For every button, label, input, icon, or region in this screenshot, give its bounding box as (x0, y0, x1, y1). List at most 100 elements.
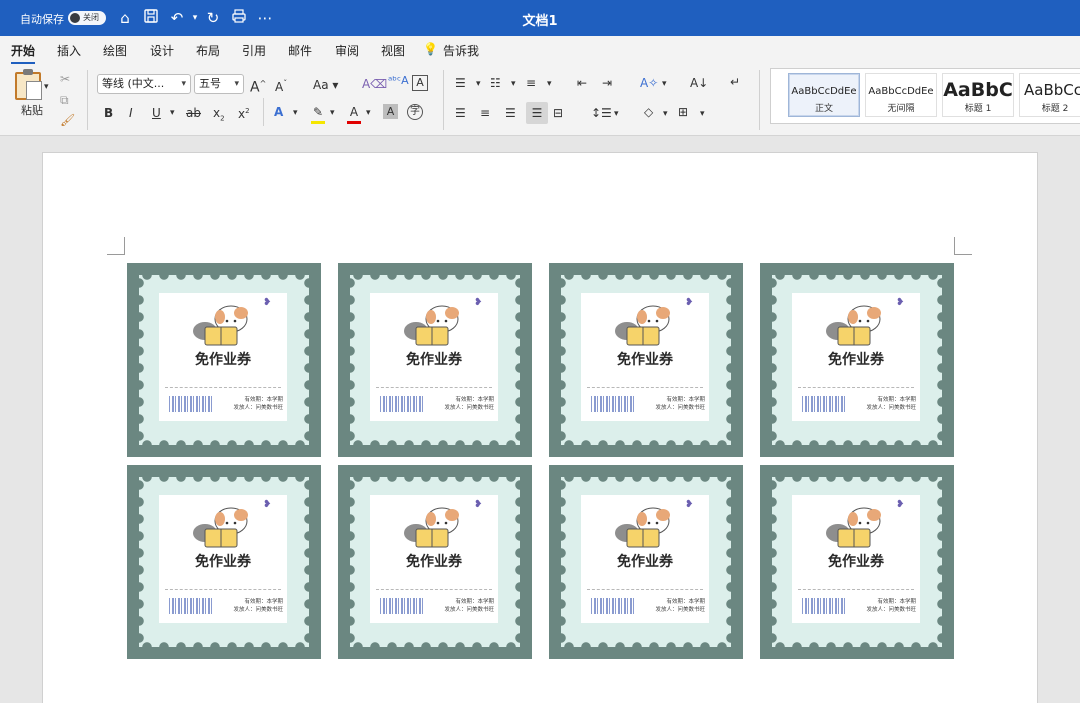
chevron-down-icon[interactable]: ▾ (170, 104, 175, 122)
coupon-card[interactable]: ❥ 免作业券 有效期：本学期 发放人：问美数书旺 (127, 465, 321, 659)
chevron-down-icon[interactable]: ▾ (366, 104, 371, 122)
style-heading-1[interactable]: AaBbC 标题 1 (942, 73, 1014, 117)
stamp-edge (345, 477, 355, 647)
chevron-down-icon[interactable]: ▾ (662, 75, 667, 93)
phonetic-guide-icon[interactable]: ᵃᵇᶜA (388, 72, 409, 90)
style-normal[interactable]: AaBbCcDdEe 正文 (788, 73, 860, 117)
tab-tell-me[interactable]: 告诉我 (443, 42, 479, 64)
paste-dropdown-icon[interactable]: ▾ (44, 78, 49, 96)
coupon-title: 免作业券 (195, 352, 251, 368)
asian-layout-icon[interactable]: A✧ (640, 74, 658, 92)
change-case-button[interactable]: Aa ▾ (313, 76, 338, 94)
coupon-card[interactable]: ❥ 免作业券 有效期：本学期 发放人：问美数书旺 (549, 263, 743, 457)
char-border-icon[interactable]: A (412, 75, 428, 91)
stamp-edge (350, 472, 520, 482)
char-shading-icon[interactable]: A (383, 104, 398, 119)
puppy-reading-icon (187, 503, 253, 551)
coupon-card[interactable]: ❥ 免作业券 有效期：本学期 发放人：问美数书旺 (338, 465, 532, 659)
grow-font-icon[interactable]: A^ (250, 75, 266, 97)
tab-home[interactable]: 开始 (11, 42, 36, 64)
barcode-icon (591, 396, 635, 412)
font-size-select[interactable]: 五号 ▾ (194, 74, 244, 94)
strikethrough-icon[interactable]: ab (186, 104, 201, 122)
dashed-divider (587, 387, 703, 388)
enclose-char-icon[interactable]: 字 (407, 104, 423, 120)
copy-icon[interactable]: ⧉ (60, 91, 69, 109)
multilevel-list-icon[interactable]: ≡ (526, 74, 536, 92)
chevron-down-icon[interactable]: ▾ (614, 105, 619, 123)
sort-icon[interactable]: A↓ (690, 74, 708, 92)
tab-view[interactable]: 视图 (381, 42, 405, 64)
autosave-toggle[interactable]: 关闭 (68, 11, 106, 25)
tab-layout[interactable]: 布局 (196, 42, 220, 64)
coupon-inner: ❥ 免作业券 有效期：本学期 发放人：问美数书旺 (581, 495, 709, 623)
coupon-card[interactable]: ❥ 免作业券 有效期：本学期 发放人：问美数书旺 (760, 465, 954, 659)
bold-icon[interactable]: B (104, 104, 113, 122)
stamp-frame: ❥ 免作业券 有效期：本学期 发放人：问美数书旺 (556, 472, 736, 652)
highlight-icon[interactable]: ✎ (311, 103, 325, 124)
stamp-edge (139, 472, 309, 482)
line-spacing-icon[interactable]: ↕☰ (591, 104, 612, 122)
style-name: 标题 1 (964, 104, 992, 114)
subscript-icon[interactable]: x2 (213, 104, 225, 127)
chevron-down-icon[interactable]: ▾ (511, 75, 516, 93)
numbering-icon[interactable]: ☷ (490, 74, 501, 92)
coupon-card[interactable]: ❥ 免作业券 有效期：本学期 发放人：问美数书旺 (760, 263, 954, 457)
increase-indent-icon[interactable]: ⇥ (602, 74, 612, 92)
coupon-validity: 有效期：本学期 (244, 397, 283, 403)
font-color-icon[interactable]: A (347, 103, 361, 124)
decrease-indent-icon[interactable]: ⇤ (577, 74, 587, 92)
tab-review[interactable]: 审阅 (335, 42, 359, 64)
clear-format-icon[interactable]: A⌫ (362, 75, 387, 93)
tab-design[interactable]: 设计 (150, 42, 174, 64)
tab-mailings[interactable]: 邮件 (288, 42, 312, 64)
underline-icon[interactable]: U (152, 104, 161, 122)
coupon-validity: 有效期：本学期 (666, 397, 705, 403)
chevron-down-icon[interactable]: ▾ (663, 105, 668, 123)
print-icon[interactable] (229, 8, 249, 28)
tab-references[interactable]: 引用 (242, 42, 266, 64)
coupon-issued-by: 发放人：问美数书旺 (233, 405, 283, 411)
redo-icon[interactable]: ↻ (203, 8, 223, 28)
font-name-select[interactable]: 等线 (中文... ▾ (97, 74, 191, 94)
save-icon[interactable] (141, 8, 161, 28)
coupon-title: 免作业券 (195, 554, 251, 570)
coupon-card[interactable]: ❥ 免作业券 有效期：本学期 发放人：问美数书旺 (127, 263, 321, 457)
text-effects-icon[interactable]: A (274, 103, 283, 121)
bullets-icon[interactable]: ☰ (455, 74, 466, 92)
coupon-card[interactable]: ❥ 免作业券 有效期：本学期 发放人：问美数书旺 (549, 465, 743, 659)
distributed-icon[interactable]: ⊟ (553, 104, 563, 122)
toggle-knob (70, 13, 80, 23)
tab-draw[interactable]: 绘图 (103, 42, 127, 64)
coupon-issuer: 有效期：本学期 发放人：问美数书旺 (852, 396, 916, 412)
chevron-down-icon[interactable]: ▾ (547, 75, 552, 93)
align-right-icon[interactable]: ☰ (505, 104, 516, 122)
chevron-down-icon[interactable]: ▾ (293, 104, 298, 122)
font-name-value: 等线 (中文... (102, 77, 165, 90)
shrink-font-icon[interactable]: Aˇ (275, 75, 287, 96)
style-no-spacing[interactable]: AaBbCcDdEe 无间隔 (865, 73, 937, 117)
chevron-down-icon[interactable]: ▾ (700, 105, 705, 123)
home-icon[interactable]: ⌂ (115, 8, 135, 28)
format-painter-icon[interactable]: 🖌 (60, 111, 75, 129)
shading-icon[interactable]: ◇ (644, 103, 653, 121)
show-marks-icon[interactable]: ↵ (730, 73, 740, 91)
chevron-down-icon[interactable]: ▾ (185, 8, 205, 28)
style-heading-2[interactable]: AaBbCcD 标题 2 (1019, 73, 1080, 117)
chevron-down-icon[interactable]: ▾ (330, 104, 335, 122)
chevron-down-icon[interactable]: ▾ (476, 75, 481, 93)
dashed-divider (587, 589, 703, 590)
cut-icon[interactable]: ✂ (60, 70, 70, 88)
superscript-icon[interactable]: x2 (238, 102, 250, 123)
paste-icon[interactable] (15, 69, 42, 100)
more-icon[interactable]: ⋯ (255, 8, 275, 28)
italic-icon[interactable]: I (129, 104, 133, 122)
style-name: 无间隔 (887, 104, 915, 114)
align-left-icon[interactable]: ☰ (455, 104, 466, 122)
justify-icon[interactable]: ☰ (526, 102, 548, 124)
align-center-icon[interactable]: ≡ (480, 104, 490, 122)
undo-icon[interactable]: ↶ (167, 8, 187, 28)
tab-insert[interactable]: 插入 (57, 42, 81, 64)
coupon-card[interactable]: ❥ 免作业券 有效期：本学期 发放人：问美数书旺 (338, 263, 532, 457)
borders-icon[interactable]: ⊞ (678, 103, 688, 121)
